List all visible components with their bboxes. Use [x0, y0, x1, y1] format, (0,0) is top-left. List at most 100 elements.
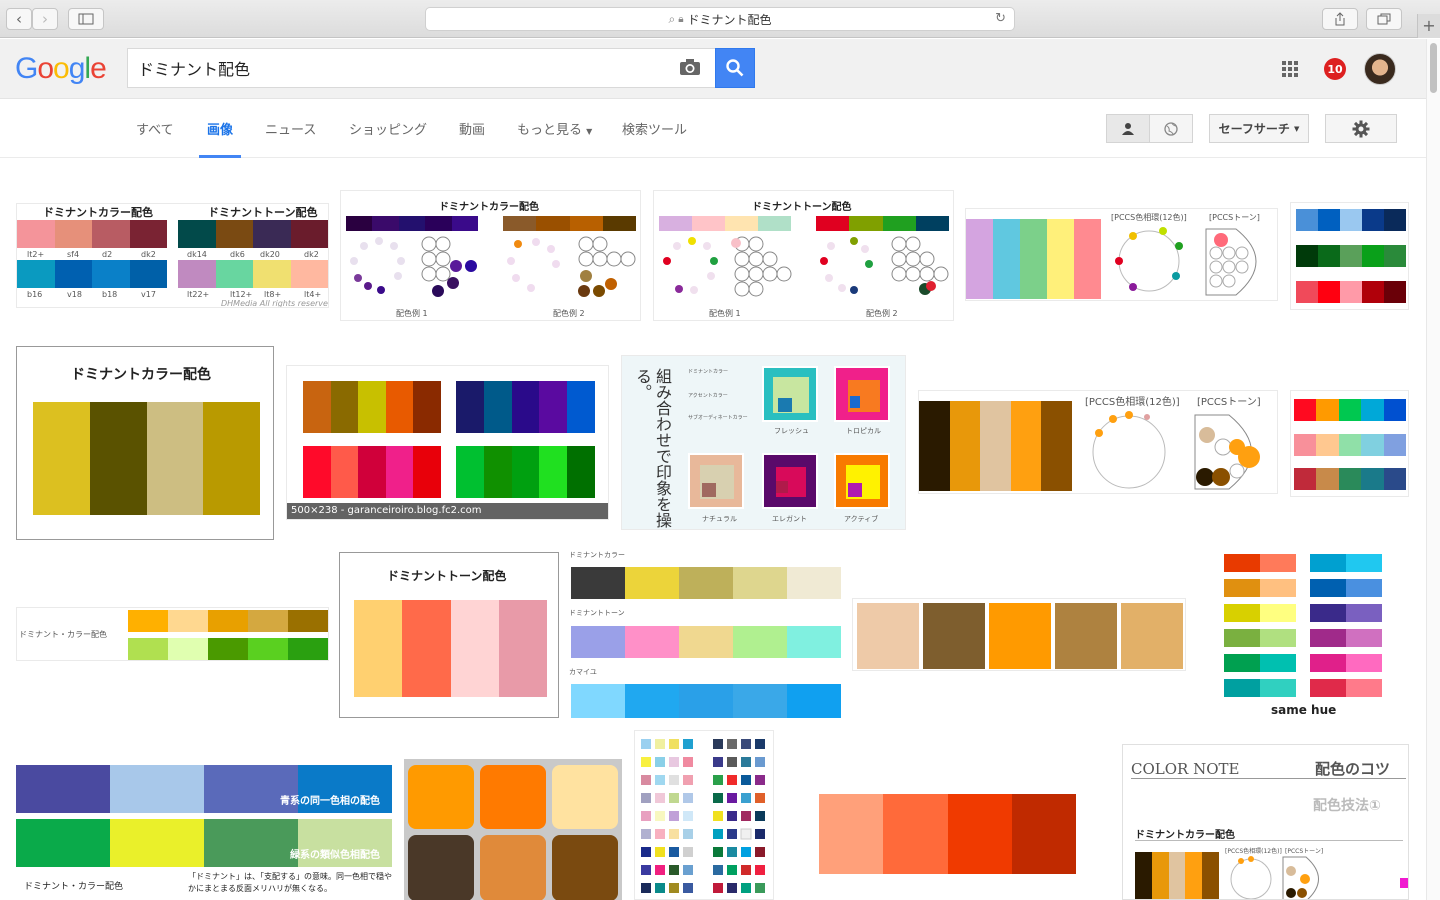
tab-all[interactable]: すべて: [136, 119, 174, 138]
tabs-icon[interactable]: [1366, 8, 1402, 30]
image-dimensions-overlay: 500×238 - garanceiroiro.blog.fc2.com: [287, 503, 608, 519]
image-result[interactable]: ドミナント・カラー配色: [16, 607, 329, 661]
swatch-tile: [552, 835, 618, 900]
tone-label: lt8+: [264, 290, 282, 299]
swatch-strip: [1310, 679, 1382, 697]
image-result[interactable]: [852, 598, 1186, 671]
swatch-strip: [659, 216, 791, 231]
image-result[interactable]: [1290, 202, 1409, 310]
camera-icon[interactable]: [679, 58, 701, 76]
search-query: ドミナント配色: [138, 60, 251, 79]
example-caption: 配色例 1: [709, 309, 741, 318]
person-icon: [1122, 122, 1134, 135]
pccs-diagram: [1230, 856, 1319, 899]
tone-label: b16: [27, 290, 43, 299]
scheme-name: ナチュラル: [702, 515, 737, 523]
address-bar[interactable]: ⌕ 🔒︎ ドミナント配色 ↻: [425, 7, 1015, 31]
sidebar-icon[interactable]: [68, 8, 104, 30]
tab-shopping[interactable]: ショッピング: [349, 119, 427, 138]
color-wheel-diagram: [663, 236, 949, 297]
tone-label: dk2: [141, 250, 156, 259]
notifications-badge[interactable]: 10: [1324, 58, 1346, 80]
tab-search-tools[interactable]: 検索ツール: [622, 119, 687, 138]
row-label: ドミナントカラー: [569, 551, 625, 559]
search-input[interactable]: ドミナント配色: [127, 48, 716, 88]
image-result[interactable]: same hue: [1214, 551, 1392, 718]
chevron-down-icon: ▼: [586, 127, 593, 136]
image-result[interactable]: ドミナントカラー配色 配色例 1 配色例 2: [340, 190, 641, 321]
image-result[interactable]: [786, 754, 1109, 900]
swatch-strip: [1224, 679, 1296, 697]
swatch-strip: [1294, 399, 1407, 421]
tab-images[interactable]: 画像: [207, 119, 233, 138]
tone-label: lt2+: [27, 250, 45, 259]
swatch-strip: [303, 381, 441, 433]
swatch-tile: [480, 835, 546, 900]
image-result[interactable]: COLOR NOTE 配色のコツ 配色技法① ドミナントカラー配色 [PCCS色…: [1122, 744, 1409, 900]
image-result[interactable]: [PCCS色相環(12色)] [PCCSトーン]: [918, 390, 1278, 494]
search-button[interactable]: [715, 48, 755, 88]
swatch-strip: [1310, 579, 1382, 597]
tone-label: v17: [141, 290, 156, 299]
tab-news[interactable]: ニュース: [265, 119, 316, 138]
swatch-strip: [966, 219, 1101, 299]
swatch-strip: [1224, 604, 1296, 622]
row-label: カマイユ: [569, 668, 597, 676]
scrollbar-thumb[interactable]: [1430, 43, 1437, 93]
page-scrollbar[interactable]: [1426, 39, 1440, 900]
avatar[interactable]: [1364, 53, 1396, 85]
swatch-active: [834, 453, 890, 509]
swatch-strip: [1294, 468, 1407, 490]
image-result[interactable]: [PCCS色相環(12色)] [PCCSトーン]: [965, 208, 1278, 301]
share-icon[interactable]: [1322, 8, 1358, 30]
scheme-name: アクティブ: [844, 515, 879, 523]
row-label: 青系の同一色相の配色: [280, 796, 380, 807]
pccs-tone-label: [PCCSトーン]: [1197, 397, 1261, 408]
search-icon: ⌕: [668, 11, 676, 26]
image-result[interactable]: ドミナントトーン配色 配色例 1 配色例 2: [653, 190, 954, 321]
new-tab-icon[interactable]: +: [1417, 14, 1440, 38]
image-result[interactable]: 青系の同一色相の配色 緑系の類似色相配色 ドミナント・カラー配色 「ドミナント」…: [16, 765, 392, 900]
back-icon[interactable]: ‹: [6, 8, 32, 30]
swatch-strip: [128, 638, 328, 660]
google-logo[interactable]: Google: [15, 52, 107, 86]
image-result[interactable]: ドミナントカラー ドミナントトーン カマイユ: [569, 550, 841, 718]
tab-more[interactable]: もっと見る ▼: [517, 119, 592, 138]
image-result[interactable]: ドミナントカラー配色: [16, 346, 274, 540]
search-icon: [726, 59, 744, 77]
image-result[interactable]: [1290, 390, 1409, 497]
image-result[interactable]: [634, 730, 774, 900]
image-result[interactable]: [404, 759, 622, 900]
swatch-strip: [303, 446, 441, 498]
browser-toolbar: ‹ › ⌕ 🔒︎ ドミナント配色 ↻: [0, 0, 1440, 38]
image-result[interactable]: 組み合わせで印象を操る。 ドミナントカラー アクセントカラー サブオーディネート…: [621, 355, 906, 530]
tab-videos[interactable]: 動画: [459, 119, 485, 138]
swatch-strip: [857, 603, 1183, 669]
tone-label: d2: [102, 250, 113, 259]
apps-grid-icon[interactable]: [1282, 61, 1298, 77]
personal-results-button[interactable]: [1106, 114, 1150, 143]
swatch-strip: [456, 446, 595, 498]
tone-label: b18: [102, 290, 118, 299]
tone-label: lt4+: [304, 290, 322, 299]
swatch-strip: [1296, 209, 1406, 231]
image-result[interactable]: ドミナントカラー配色 ドミナントトーン配色 lt2+ sf4 d2 dk2 dk…: [16, 203, 329, 308]
image-result[interactable]: 500×238 - garanceiroiro.blog.fc2.com: [286, 365, 609, 520]
settings-button[interactable]: [1325, 114, 1397, 143]
page-heading: 配色のコツ: [1315, 760, 1391, 778]
swatch-strip: [1224, 579, 1296, 597]
image-result[interactable]: ドミナントトーン配色: [339, 552, 559, 718]
swatch-strip: [1310, 629, 1382, 647]
result-title: ドミナントカラー配色: [71, 367, 211, 383]
global-results-button[interactable]: [1149, 114, 1193, 143]
forward-icon[interactable]: ›: [32, 8, 58, 30]
reload-icon[interactable]: ↻: [995, 11, 1006, 26]
swatch-tile: [552, 765, 618, 829]
swatch-strip: [1296, 281, 1406, 303]
safesearch-button[interactable]: セーフサーチ ▼: [1209, 114, 1309, 143]
result-caption: same hue: [1271, 703, 1337, 717]
brand-text: COLOR NOTE: [1131, 760, 1240, 778]
tone-label: v18: [67, 290, 82, 299]
result-title: ドミナントトーン配色: [752, 202, 852, 213]
example-caption: 配色例 2: [553, 309, 585, 318]
